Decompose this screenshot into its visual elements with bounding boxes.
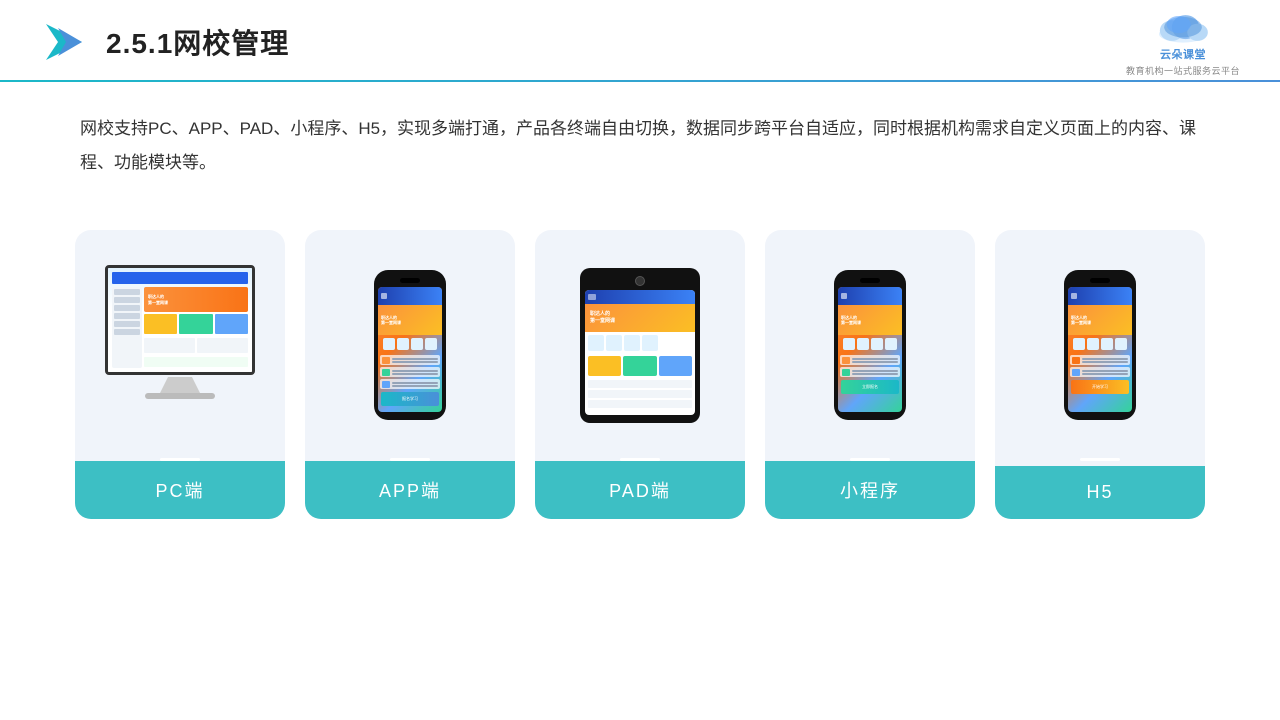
card-app: 职达人的第一堂网课 — [305, 230, 515, 519]
card-pc-image: 职达人的第一堂网课 — [75, 230, 285, 450]
brand-logo: 云朵课堂 教育机构一站式服务云平台 — [1126, 10, 1240, 77]
card-miniapp-image: 职达人的第一堂网课 — [765, 230, 975, 450]
card-pad: 职达人的第一堂网课 — [535, 230, 745, 519]
tablet-device: 职达人的第一堂网课 — [580, 268, 700, 423]
card-h5-image: 职达人的第一堂网课 — [995, 230, 1205, 450]
header: 2.5.1网校管理 云朵课堂 教育机构一站式服务云平台 — [0, 0, 1280, 66]
platform-cards: 职达人的第一堂网课 — [0, 200, 1280, 519]
card-pc-label: PC端 — [75, 461, 285, 519]
description-text: 网校支持PC、APP、PAD、小程序、H5，实现多端打通，产品各终端自由切换，数… — [0, 82, 1280, 190]
brand-icon — [1153, 10, 1213, 46]
card-pad-label: PAD端 — [535, 461, 745, 519]
card-h5-label: H5 — [995, 466, 1205, 519]
brand-name: 云朵课堂 — [1160, 46, 1206, 62]
phone-device-h5: 职达人的第一堂网课 — [1064, 270, 1136, 420]
phone-device: 职达人的第一堂网课 — [374, 270, 446, 420]
card-app-label: APP端 — [305, 461, 515, 519]
card-miniapp-label: 小程序 — [765, 461, 975, 519]
card-pad-image: 职达人的第一堂网课 — [535, 230, 745, 450]
card-h5-divider — [1080, 458, 1120, 461]
card-h5: 职达人的第一堂网课 — [995, 230, 1205, 519]
page-title: 2.5.1网校管理 — [106, 22, 289, 62]
card-miniapp: 职达人的第一堂网课 — [765, 230, 975, 519]
phone-device-miniapp: 职达人的第一堂网课 — [834, 270, 906, 420]
logo-arrow-icon — [40, 18, 88, 66]
brand-sub: 教育机构一站式服务云平台 — [1126, 64, 1240, 77]
card-app-image: 职达人的第一堂网课 — [305, 230, 515, 450]
card-pc: 职达人的第一堂网课 — [75, 230, 285, 519]
monitor-device: 职达人的第一堂网课 — [95, 265, 265, 425]
